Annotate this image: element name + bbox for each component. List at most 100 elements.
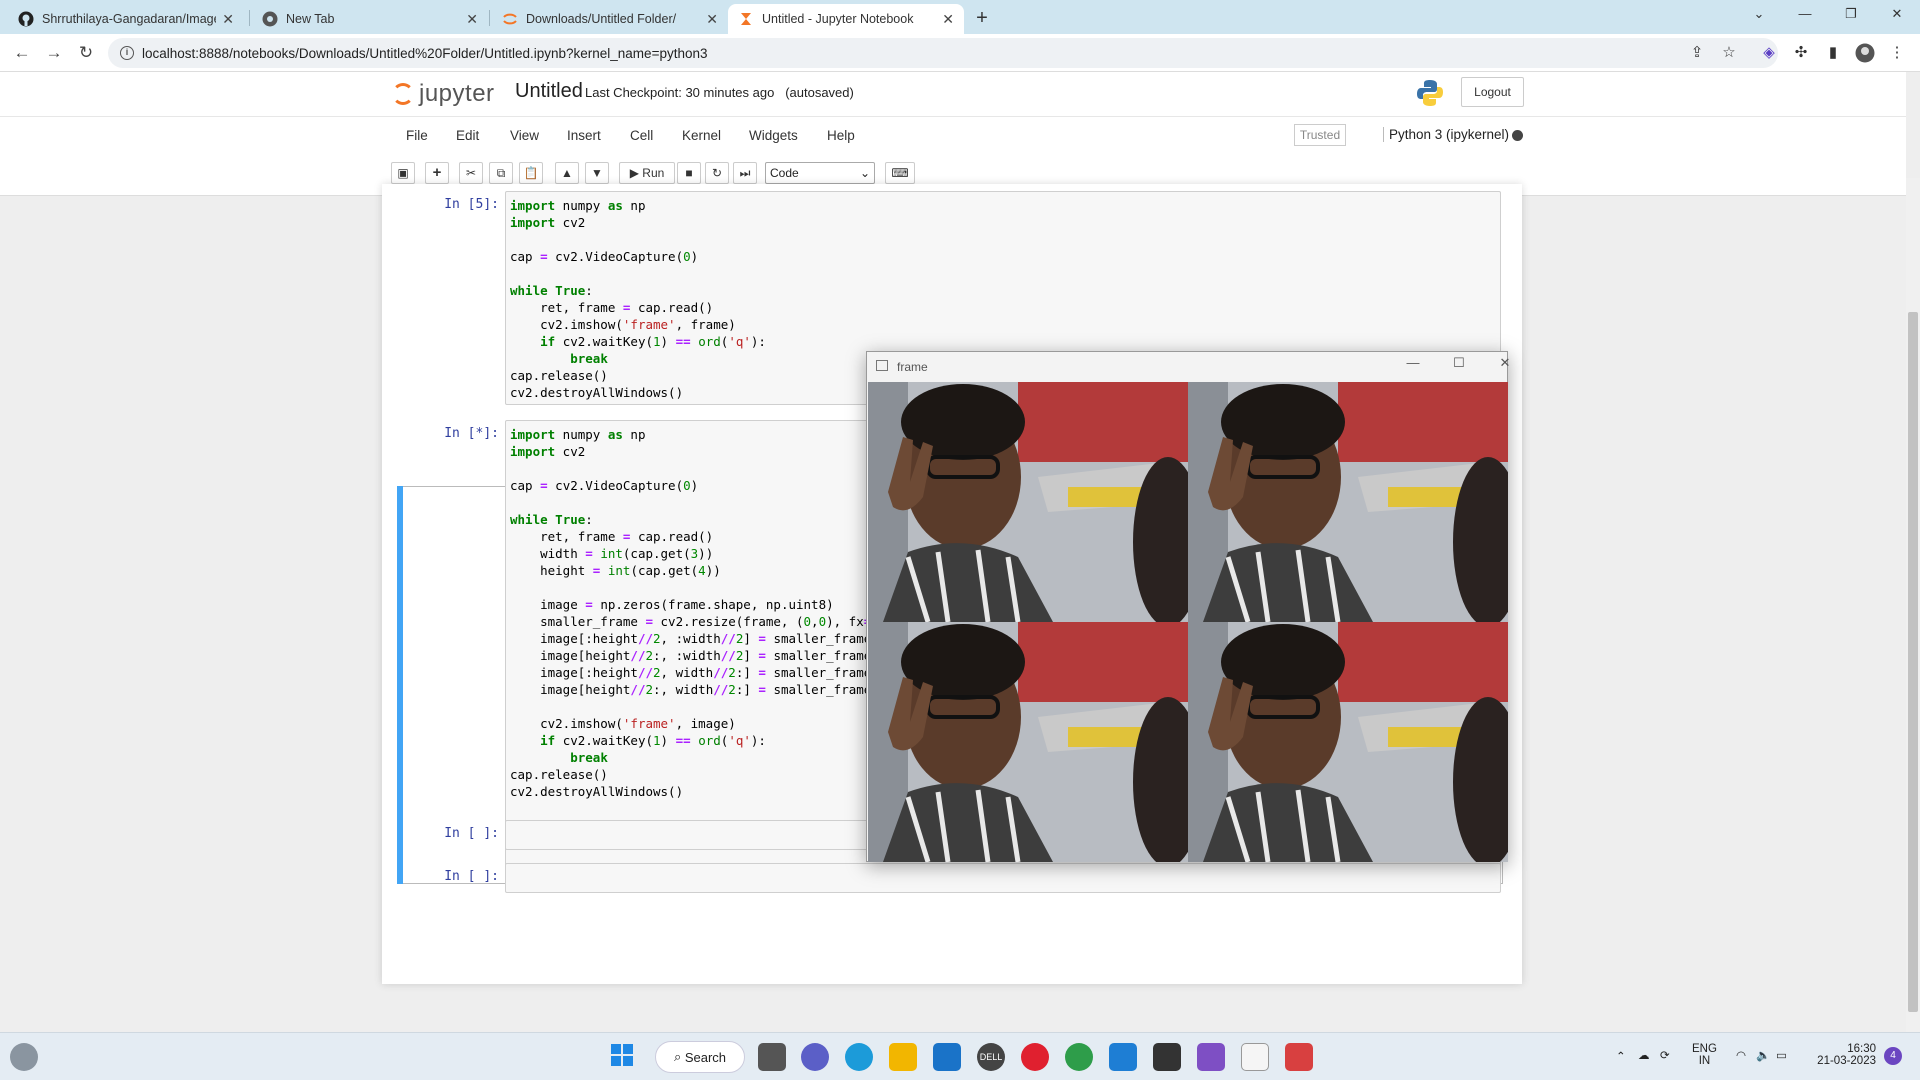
menu-edit[interactable]: Edit [456,128,479,143]
edge-icon[interactable] [845,1043,873,1071]
battery-icon[interactable]: ▭ [1776,1048,1787,1062]
tab-new-tab[interactable]: New Tab ✕ [252,4,488,34]
share-icon[interactable]: ⇪ [1686,43,1708,65]
move-down-icon[interactable]: ▼ [585,162,609,184]
maximize-icon[interactable]: ☐ [1439,355,1479,377]
mail-icon[interactable] [933,1043,961,1071]
notification-badge[interactable]: 4 [1884,1047,1902,1065]
video-quadrant [868,622,1188,862]
empty-code-cell[interactable] [505,863,1501,893]
close-tab-icon[interactable]: ✕ [222,11,234,28]
file-explorer-icon[interactable] [889,1043,917,1071]
chat-icon[interactable] [801,1043,829,1071]
browser-tab-strip: Shrruthilaya-Gangadaran/Image ✕ New Tab … [0,0,1920,34]
keyboard-icon[interactable]: ⌨ [885,162,915,184]
insert-cell-icon[interactable]: + [425,162,449,184]
new-tab-button[interactable]: + [968,5,996,33]
play-icon: ▶ [629,166,639,180]
notebook-name[interactable]: Untitled [515,80,583,103]
sync-icon[interactable]: ⟳ [1660,1048,1670,1062]
jupyter-menubar: File Edit View Insert Cell Kernel Widget… [0,116,1906,156]
copy-icon[interactable]: ⧉ [489,162,513,184]
close-tab-icon[interactable]: ✕ [942,11,954,28]
menu-kernel[interactable]: Kernel [682,128,721,143]
checkpoint-status: Last Checkpoint: 30 minutes ago (autosav… [585,85,854,100]
kernel-busy-indicator [1512,130,1523,141]
github-icon [18,11,34,27]
more-menu-icon[interactable]: ⋮ [1886,43,1908,65]
vscode-icon[interactable] [1109,1043,1137,1071]
restart-icon[interactable]: ↻ [705,162,729,184]
back-arrow-icon[interactable]: ← [8,40,36,68]
jupyter-logo[interactable]: jupyter [392,80,495,108]
fast-forward-icon[interactable]: ⏭ [733,162,757,184]
dell-icon[interactable]: DELL [977,1043,1005,1071]
menu-widgets[interactable]: Widgets [749,128,798,143]
selected-cell-indicator [397,486,403,884]
reload-icon[interactable]: ↻ [72,40,100,68]
restore-button[interactable]: ❐ [1828,0,1874,30]
minimize-icon[interactable]: — [1393,355,1433,377]
tab-github[interactable]: Shrruthilaya-Gangadaran/Image ✕ [8,4,244,34]
close-tab-icon[interactable]: ✕ [706,11,718,28]
puzzle-extensions-icon[interactable]: ✣ [1790,43,1812,65]
cell-prompt: In [ ]: [444,826,499,841]
tab-untitled-notebook[interactable]: Untitled - Jupyter Notebook ✕ [728,4,964,34]
menu-insert[interactable]: Insert [567,128,601,143]
url-field[interactable]: i localhost:8888/notebooks/Downloads/Unt… [108,38,1778,68]
cloud-icon[interactable]: ☁ [1638,1048,1650,1062]
jupyter-hourglass-icon [738,11,754,27]
menu-help[interactable]: Help [827,128,855,143]
chevron-up-icon[interactable]: ⌃ [1616,1049,1626,1063]
save-icon[interactable]: ▣ [391,162,415,184]
move-up-icon[interactable]: ▲ [555,162,579,184]
menu-cell[interactable]: Cell [630,128,653,143]
wifi-icon[interactable]: ◠ [1736,1048,1746,1062]
tab-downloads[interactable]: Downloads/Untitled Folder/ ✕ [492,4,728,34]
stop-icon[interactable]: ■ [677,162,701,184]
trusted-indicator[interactable]: Trusted [1294,124,1346,146]
volume-icon[interactable]: 🔈 [1756,1048,1770,1062]
scrollbar-thumb[interactable] [1908,312,1918,1012]
minimize-button[interactable]: — [1782,0,1828,30]
tab-title: Downloads/Untitled Folder/ [526,12,677,26]
extension-icon[interactable]: ◈ [1758,43,1780,65]
taskbar-search[interactable]: ⌕ Search [655,1041,745,1073]
close-tab-icon[interactable]: ✕ [466,11,478,28]
start-windows-icon[interactable] [608,1043,636,1071]
terminal-icon[interactable] [1153,1043,1181,1071]
url-text: localhost:8888/notebooks/Downloads/Untit… [142,45,708,61]
language-indicator[interactable]: ENG IN [1692,1043,1717,1067]
side-panel-icon[interactable]: ▮ [1822,43,1844,65]
chrome-icon[interactable] [1065,1043,1093,1071]
window-title: frame [897,360,928,374]
profile-avatar[interactable] [1854,43,1876,65]
weather-icon[interactable] [10,1043,38,1071]
cell-type-select[interactable]: Code ⌄ [765,162,875,184]
run-button[interactable]: ▶ Run [619,162,675,184]
cut-icon[interactable]: ✂ [459,162,483,184]
kernel-name[interactable]: Python 3 (ipykernel) [1383,127,1509,142]
paste-icon[interactable]: 📋 [519,162,543,184]
forward-arrow-icon[interactable]: → [40,40,68,68]
close-icon[interactable]: ✕ [1485,355,1525,377]
close-window-button[interactable]: ✕ [1874,0,1920,30]
notepad-icon[interactable] [1241,1043,1269,1071]
site-info-icon[interactable]: i [120,46,134,60]
bookmark-star-icon[interactable]: ☆ [1718,43,1740,65]
snipping-tool-icon[interactable] [1285,1043,1313,1071]
menu-view[interactable]: View [510,128,539,143]
tab-title: Untitled - Jupyter Notebook [762,12,914,26]
menu-file[interactable]: File [406,128,428,143]
logout-button[interactable]: Logout [1461,77,1524,107]
opencv-frame-window[interactable]: frame — ☐ ✕ [866,351,1510,862]
video-quadrant [1188,622,1508,862]
opera-icon[interactable] [1021,1043,1049,1071]
visual-studio-icon[interactable] [1197,1043,1225,1071]
jupyter-logo-icon [392,83,414,105]
tab-search-icon[interactable]: ⌄ [1736,0,1782,30]
window-app-icon [876,360,888,371]
cell-prompt: In [ ]: [444,869,499,884]
clock[interactable]: 16:30 21-03-2023 [1812,1043,1876,1067]
task-view-icon[interactable] [758,1043,786,1071]
